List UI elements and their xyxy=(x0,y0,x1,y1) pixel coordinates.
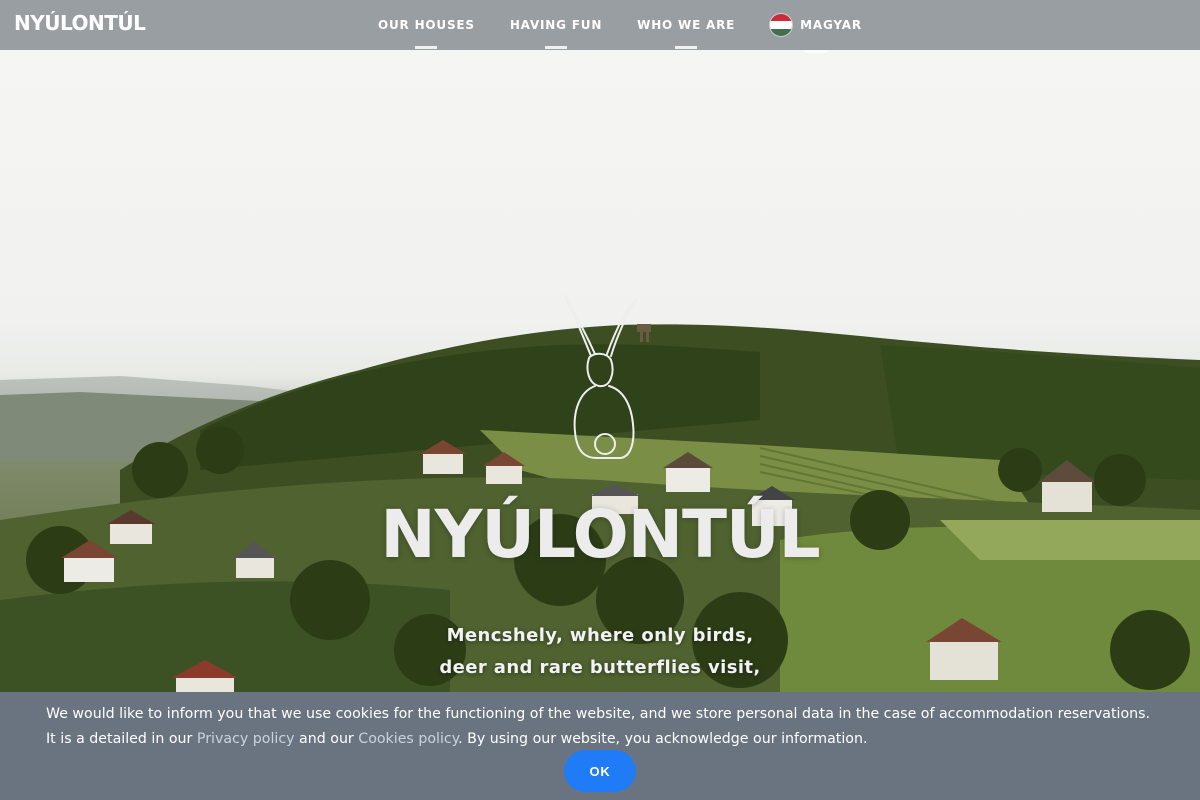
hero-tagline: Mencshely, where only birds, deer and ra… xyxy=(0,620,1200,684)
nav-item-label: HAVING FUN xyxy=(509,18,603,32)
language-label: MAGYAR xyxy=(800,18,862,32)
brand-logo[interactable]: NYÚLONTÚL xyxy=(14,11,146,35)
nav-underline xyxy=(675,46,698,49)
hero-title: NYÚLONTÚL xyxy=(380,496,820,573)
main-nav: OUR HOUSES HAVING FUN WHO WE ARE MAGYAR xyxy=(378,0,897,53)
cookie-text-part: and our xyxy=(294,731,359,747)
nav-underline xyxy=(415,46,438,49)
nav-item-who-we-are[interactable]: WHO WE ARE xyxy=(637,18,736,49)
nav-item-having-fun[interactable]: HAVING FUN xyxy=(509,18,603,49)
nav-item-label: WHO WE ARE xyxy=(637,18,736,32)
top-navigation-bar: NYÚLONTÚL OUR HOUSES HAVING FUN WHO WE A… xyxy=(0,0,1200,53)
nav-underline xyxy=(545,46,567,49)
privacy-policy-link[interactable]: Privacy policy xyxy=(197,731,295,747)
tagline-line: Mencshely, where only birds, xyxy=(446,625,754,646)
cookie-ok-button[interactable]: OK xyxy=(564,750,636,792)
cookie-text-part: . By using our website, you acknowledge … xyxy=(458,731,868,747)
cookie-message: We would like to inform you that we use … xyxy=(46,702,1161,752)
hungary-flag-icon xyxy=(770,14,793,36)
rabbit-outline-icon xyxy=(564,295,638,459)
cookies-policy-link[interactable]: Cookies policy xyxy=(358,731,458,747)
nav-item-our-houses[interactable]: OUR HOUSES xyxy=(378,18,475,49)
nav-item-label: OUR HOUSES xyxy=(378,18,475,32)
nav-underline xyxy=(805,50,828,53)
tagline-line: deer and rare butterflies visit, xyxy=(439,657,761,678)
language-switcher[interactable]: MAGYAR xyxy=(770,14,862,53)
